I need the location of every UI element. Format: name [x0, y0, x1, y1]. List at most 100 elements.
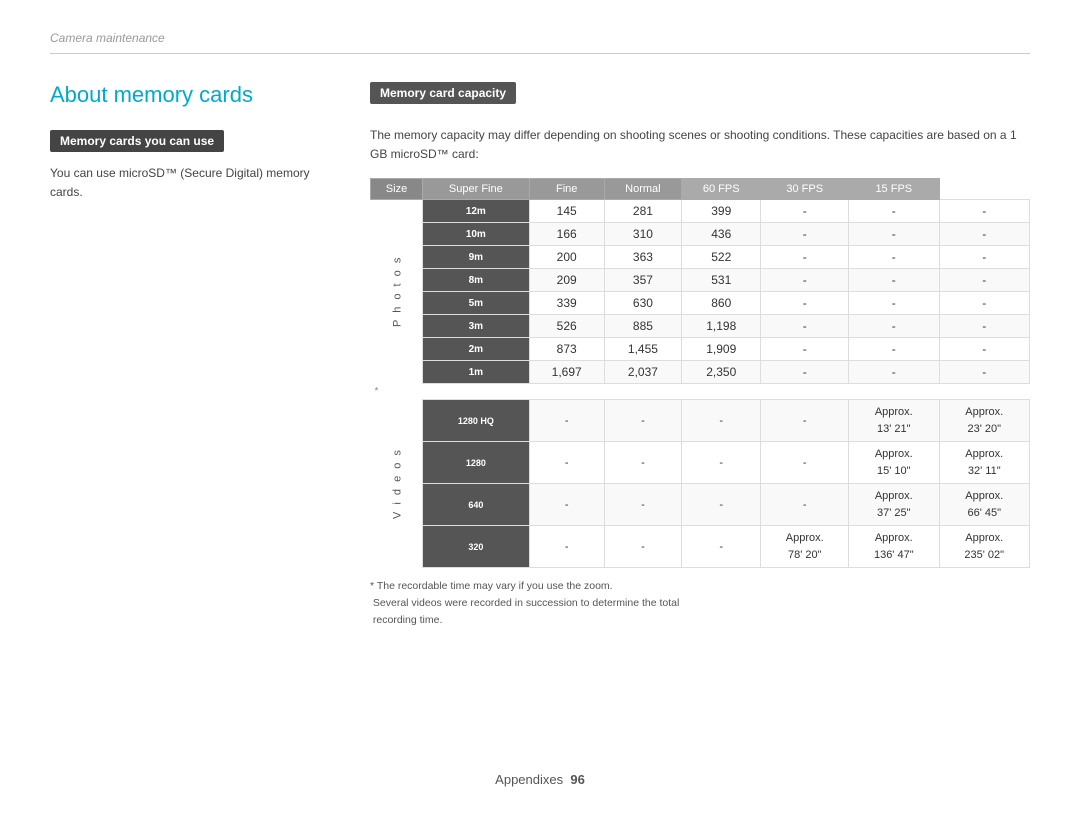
- footnotes: * The recordable time may vary if you us…: [370, 578, 1030, 628]
- data-cell: -: [761, 200, 849, 223]
- data-cell: Approx. 66' 45": [939, 484, 1030, 526]
- data-cell: 145: [529, 200, 604, 223]
- right-section-header: Memory card capacity: [370, 82, 516, 104]
- data-cell: -: [849, 246, 939, 269]
- icon-cell: 3m: [423, 315, 530, 338]
- table-row: 1m1,6972,0372,350---: [371, 361, 1030, 384]
- data-cell: -: [939, 315, 1030, 338]
- table-row: 3m5268851,198---: [371, 315, 1030, 338]
- data-cell: -: [939, 292, 1030, 315]
- data-cell: -: [604, 526, 681, 568]
- data-cell: -: [761, 338, 849, 361]
- icon-cell: 1m: [423, 361, 530, 384]
- data-cell: -: [939, 361, 1030, 384]
- th-normal: Normal: [604, 179, 681, 200]
- data-cell: 1,455: [604, 338, 681, 361]
- data-cell: Approx. 13' 21": [849, 400, 939, 442]
- table-row: 320---Approx. 78' 20"Approx. 136' 47"App…: [371, 526, 1030, 568]
- table-row: 640----Approx. 37' 25"Approx. 66' 45": [371, 484, 1030, 526]
- icon-cell: 2m: [423, 338, 530, 361]
- th-fine: Fine: [529, 179, 604, 200]
- data-cell: -: [849, 315, 939, 338]
- right-section-intro: The memory capacity may differ depending…: [370, 126, 1030, 164]
- photos-group-label: P h o t o s: [371, 200, 423, 384]
- icon-cell: 10m: [423, 223, 530, 246]
- data-cell: -: [939, 269, 1030, 292]
- data-cell: -: [761, 315, 849, 338]
- separator-cell: *: [371, 384, 1030, 400]
- icon-cell: 1280: [423, 442, 530, 484]
- data-cell: -: [939, 223, 1030, 246]
- footnote-1: * The recordable time may vary if you us…: [370, 578, 1030, 595]
- data-cell: -: [682, 526, 761, 568]
- icon-cell: 1280 HQ: [423, 400, 530, 442]
- data-cell: Approx. 15' 10": [849, 442, 939, 484]
- th-superfine: Super Fine: [423, 179, 530, 200]
- footnote-2: Several videos were recorded in successi…: [370, 595, 1030, 612]
- data-cell: -: [682, 484, 761, 526]
- table-row: 8m209357531---: [371, 269, 1030, 292]
- table-row: 1280----Approx. 15' 10"Approx. 32' 11": [371, 442, 1030, 484]
- content-area: About memory cards Memory cards you can …: [50, 82, 1030, 629]
- icon-cell: 320: [423, 526, 530, 568]
- data-cell: -: [761, 442, 849, 484]
- data-cell: -: [761, 223, 849, 246]
- th-fps30: 30 FPS: [761, 179, 849, 200]
- data-cell: 209: [529, 269, 604, 292]
- page-main-title: About memory cards: [50, 82, 330, 108]
- videos-group-label: V i d e o s: [371, 400, 423, 568]
- breadcrumb: Camera maintenance: [50, 31, 165, 45]
- data-cell: -: [939, 200, 1030, 223]
- data-cell: 200: [529, 246, 604, 269]
- data-cell: 2,350: [682, 361, 761, 384]
- table-row: 9m200363522---: [371, 246, 1030, 269]
- data-cell: 436: [682, 223, 761, 246]
- th-fps60: 60 FPS: [682, 179, 761, 200]
- left-column: About memory cards Memory cards you can …: [50, 82, 330, 629]
- data-cell: -: [682, 400, 761, 442]
- data-cell: 310: [604, 223, 681, 246]
- data-cell: -: [849, 361, 939, 384]
- data-cell: 1,198: [682, 315, 761, 338]
- data-cell: -: [761, 292, 849, 315]
- data-cell: 885: [604, 315, 681, 338]
- data-cell: -: [939, 338, 1030, 361]
- table-row: P h o t o s12m145281399---: [371, 200, 1030, 223]
- icon-cell: 8m: [423, 269, 530, 292]
- page-container: Camera maintenance About memory cards Me…: [0, 0, 1080, 815]
- data-cell: -: [529, 526, 604, 568]
- data-cell: 166: [529, 223, 604, 246]
- data-cell: -: [529, 442, 604, 484]
- table-row: 10m166310436---: [371, 223, 1030, 246]
- data-cell: -: [761, 400, 849, 442]
- data-cell: -: [529, 400, 604, 442]
- icon-cell: 5m: [423, 292, 530, 315]
- table-row: 5m339630860---: [371, 292, 1030, 315]
- data-cell: Approx. 23' 20": [939, 400, 1030, 442]
- data-cell: 357: [604, 269, 681, 292]
- data-cell: -: [939, 246, 1030, 269]
- data-cell: -: [761, 246, 849, 269]
- data-cell: 1,909: [682, 338, 761, 361]
- left-section-header: Memory cards you can use: [50, 130, 224, 152]
- data-cell: 1,697: [529, 361, 604, 384]
- data-cell: 522: [682, 246, 761, 269]
- left-section-description: You can use microSD™ (Secure Digital) me…: [50, 164, 330, 202]
- data-cell: 526: [529, 315, 604, 338]
- th-fps15: 15 FPS: [849, 179, 939, 200]
- data-cell: 630: [604, 292, 681, 315]
- data-cell: Approx. 136' 47": [849, 526, 939, 568]
- th-size: Size: [371, 179, 423, 200]
- data-cell: -: [849, 200, 939, 223]
- footnote-3: recording time.: [370, 612, 1030, 629]
- data-cell: -: [761, 269, 849, 292]
- icon-cell: 9m: [423, 246, 530, 269]
- data-cell: Approx. 32' 11": [939, 442, 1030, 484]
- data-cell: 339: [529, 292, 604, 315]
- data-cell: Approx. 78' 20": [761, 526, 849, 568]
- data-cell: -: [682, 442, 761, 484]
- data-cell: -: [529, 484, 604, 526]
- right-column: Memory card capacity The memory capacity…: [370, 82, 1030, 629]
- data-cell: 281: [604, 200, 681, 223]
- capacity-table: Size Super Fine Fine Normal 60 FPS 30 FP…: [370, 178, 1030, 568]
